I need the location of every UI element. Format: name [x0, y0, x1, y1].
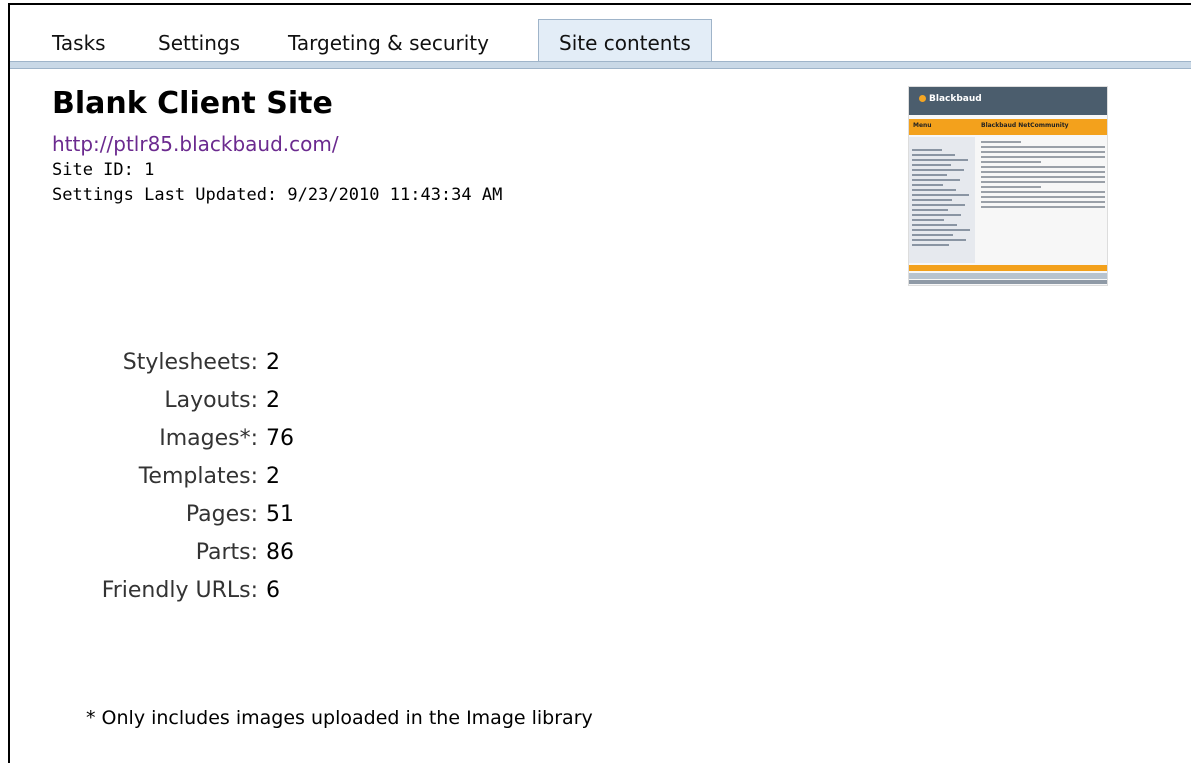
- site-url-link[interactable]: http://ptlr85.blackbaud.com/: [52, 132, 339, 156]
- thumbnail-footer-bar: [909, 280, 1107, 284]
- stat-row-templates: Templates: 2: [0, 464, 700, 502]
- tab-targeting-security[interactable]: Targeting & security: [288, 21, 489, 65]
- stat-value: 86: [266, 540, 294, 565]
- stat-label: Images*:: [159, 426, 258, 451]
- thumbnail-text-line: [981, 191, 1105, 193]
- stat-row-stylesheets: Stylesheets: 2: [0, 350, 700, 388]
- thumbnail-menu-line: [912, 194, 969, 196]
- stat-row-images: Images*: 76: [0, 426, 700, 464]
- thumbnail-content-label: Blackbaud NetCommunity: [981, 122, 1069, 129]
- stat-label: Stylesheets:: [122, 350, 258, 375]
- site-thumbnail: Blackbaud Menu Blackbaud NetCommunity: [908, 86, 1108, 286]
- stat-value: 6: [266, 578, 280, 603]
- thumbnail-menu-line: [912, 224, 957, 226]
- thumbnail-menu-line: [912, 164, 951, 166]
- tab-bar: Tasks Settings Targeting & security Site…: [10, 5, 1191, 67]
- stat-value: 76: [266, 426, 294, 451]
- thumbnail-menu-line: [912, 169, 964, 171]
- tab-settings[interactable]: Settings: [158, 21, 240, 65]
- thumbnail-menu-line: [912, 234, 953, 236]
- thumbnail-footer-bar: [909, 265, 1107, 271]
- thumbnail-text-line: [981, 141, 1021, 143]
- thumbnail-menu-line: [912, 244, 949, 246]
- images-footnote: * Only includes images uploaded in the I…: [86, 707, 593, 729]
- stat-value: 2: [266, 464, 280, 489]
- stat-row-layouts: Layouts: 2: [0, 388, 700, 426]
- thumbnail-text-line: [981, 161, 1041, 163]
- thumbnail-footer-bar: [909, 273, 1107, 279]
- thumbnail-menu-line: [912, 159, 968, 161]
- thumbnail-menu-line: [912, 209, 948, 211]
- stat-label: Pages:: [185, 502, 258, 527]
- site-title: Blank Client Site: [52, 86, 333, 121]
- thumbnail-menu-label: Menu: [913, 122, 932, 129]
- thumbnail-menu-line: [912, 214, 961, 216]
- stat-label: Templates:: [138, 464, 258, 489]
- tab-tasks[interactable]: Tasks: [52, 21, 106, 65]
- thumbnail-menu-line: [912, 174, 947, 176]
- site-id: Site ID: 1: [52, 160, 155, 180]
- stat-label: Layouts:: [164, 388, 258, 413]
- stat-value: 2: [266, 350, 280, 375]
- tab-site-contents[interactable]: Site contents: [538, 19, 712, 67]
- thumbnail-text-line: [981, 206, 1105, 208]
- thumbnail-menu-line: [912, 179, 960, 181]
- thumbnail-menu-line: [912, 229, 970, 231]
- thumbnail-menu-line: [912, 219, 944, 221]
- thumbnail-text-line: [981, 171, 1105, 173]
- thumbnail-text-line: [981, 151, 1105, 153]
- thumbnail-text-line: [981, 196, 1105, 198]
- thumbnail-text-line: [981, 181, 1105, 183]
- thumbnail-menu-line: [912, 199, 952, 201]
- thumbnail-text-line: [981, 176, 1105, 178]
- thumbnail-menu-line: [912, 154, 955, 156]
- thumbnail-text-line: [981, 156, 1105, 158]
- stat-label: Friendly URLs:: [101, 578, 258, 603]
- stat-value: 2: [266, 388, 280, 413]
- thumbnail-menu-line: [912, 184, 943, 186]
- thumbnail-menu-line: [912, 239, 966, 241]
- thumbnail-menu-line: [912, 149, 942, 151]
- thumbnail-menu-line: [912, 189, 956, 191]
- stat-row-friendly-urls: Friendly URLs: 6: [0, 578, 700, 616]
- stat-value: 51: [266, 502, 294, 527]
- thumbnail-text-line: [981, 186, 1041, 188]
- settings-last-updated: Settings Last Updated: 9/23/2010 11:43:3…: [52, 185, 503, 205]
- tab-underline: [10, 61, 1191, 69]
- thumbnail-logo-text: Blackbaud: [929, 94, 982, 104]
- stat-row-parts: Parts: 86: [0, 540, 700, 578]
- thumbnail-text-line: [981, 201, 1105, 203]
- thumbnail-menu-line: [912, 204, 965, 206]
- thumbnail-logo: Blackbaud: [919, 94, 982, 104]
- thumbnail-text-line: [981, 146, 1105, 148]
- thumbnail-text-line: [981, 166, 1105, 168]
- stat-row-pages: Pages: 51: [0, 502, 700, 540]
- logo-icon: [919, 95, 926, 102]
- stat-label: Parts:: [195, 540, 258, 565]
